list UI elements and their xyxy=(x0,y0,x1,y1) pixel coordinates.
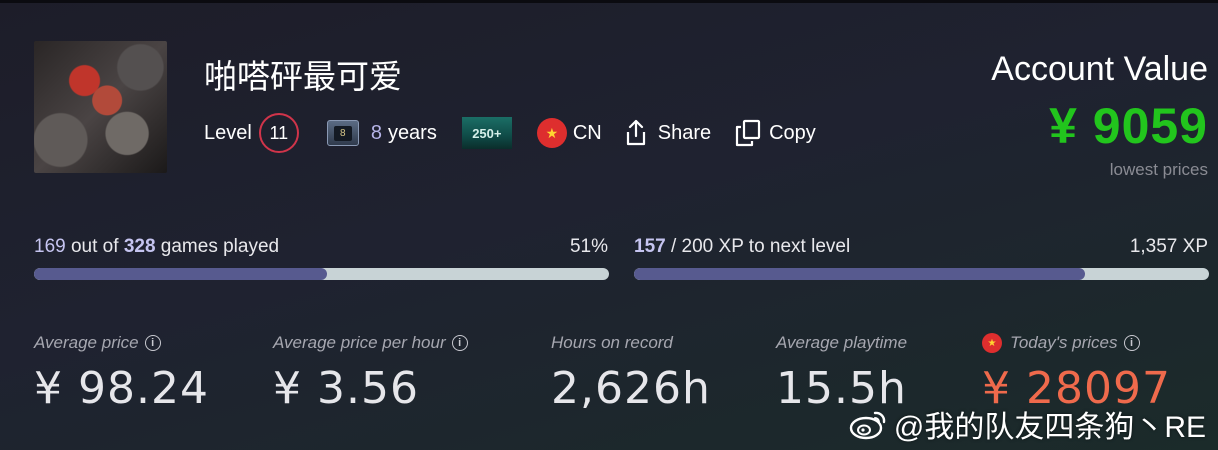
watermark-text: @我的队友四条狗丶RE xyxy=(893,411,1206,444)
profile-meta-row: Level 11 8 8 years 250+ ★ CN Share Copy xyxy=(204,113,816,153)
stat-todays-prices-label: ★ Today's prices i xyxy=(982,333,1140,353)
xp-total: 1,357 XP xyxy=(1129,236,1208,257)
account-value: ¥ 9059 xyxy=(1049,98,1208,154)
level-label: Level xyxy=(204,121,252,144)
china-flag-icon: ★ xyxy=(536,118,567,148)
top-border xyxy=(0,0,1218,3)
info-icon[interactable]: i xyxy=(1123,335,1140,351)
games-played-count: 169 xyxy=(34,236,66,257)
weibo-icon xyxy=(849,411,886,440)
stat-average-playtime-label: Average playtime xyxy=(776,333,907,353)
copy-icon[interactable] xyxy=(735,119,761,147)
info-icon[interactable]: i xyxy=(451,335,468,351)
level-badge: 11 xyxy=(258,113,299,153)
share-button[interactable]: Share xyxy=(658,122,711,145)
years-of-service-icon: 8 xyxy=(326,120,359,146)
years-label: years xyxy=(387,121,437,144)
copy-button[interactable]: Copy xyxy=(769,122,816,145)
stat-label-text: Today's prices xyxy=(1010,333,1118,352)
account-value-note: lowest prices xyxy=(1109,160,1208,179)
stat-label-text: Average price xyxy=(34,333,139,352)
games-played-percent: 51% xyxy=(569,236,608,257)
stat-hours-on-record-label: Hours on record xyxy=(551,333,673,353)
stat-average-price-per-hour-label: Average price per hour i xyxy=(273,333,468,353)
games-progress-fill xyxy=(34,268,328,280)
games-played-suffix: games played xyxy=(160,236,280,257)
watermark: @我的队友四条狗丶RE xyxy=(848,402,1206,446)
years-badge-number: 8 xyxy=(333,125,352,141)
xp-progress-bar xyxy=(634,268,1209,280)
xp-label: 157 / 200 XP to next level xyxy=(634,236,850,258)
info-icon[interactable]: i xyxy=(144,335,161,351)
xp-progress-fill xyxy=(634,268,1086,280)
username: 啪嗒砰最可爱 xyxy=(204,58,402,95)
account-value-title: Account Value xyxy=(991,50,1208,88)
stat-average-price-per-hour-value: ¥ 3.56 xyxy=(273,363,419,414)
country-code: CN xyxy=(572,121,602,144)
share-icon[interactable] xyxy=(624,119,648,147)
xp-rest: / 200 XP to next level xyxy=(670,236,851,257)
years-number: 8 xyxy=(370,121,382,144)
stat-average-price-value: ¥ 98.24 xyxy=(34,363,209,414)
stat-label-text: Hours on record xyxy=(551,333,673,352)
stat-hours-on-record-value: 2,626h xyxy=(551,363,711,414)
games-progress-bar xyxy=(34,268,609,280)
games-owned-badge: 250+ xyxy=(461,117,512,149)
avatar[interactable] xyxy=(34,41,167,173)
games-total-count: 328 xyxy=(123,236,156,257)
stat-label-text: Average price per hour xyxy=(273,333,446,352)
stat-label-text: Average playtime xyxy=(776,333,908,352)
games-out-of: out of xyxy=(70,236,119,257)
stat-average-price-label: Average price i xyxy=(34,333,161,353)
china-flag-icon: ★ xyxy=(982,333,1002,353)
xp-current: 157 xyxy=(634,236,666,257)
games-played-label: 169 out of 328 games played xyxy=(34,236,279,258)
